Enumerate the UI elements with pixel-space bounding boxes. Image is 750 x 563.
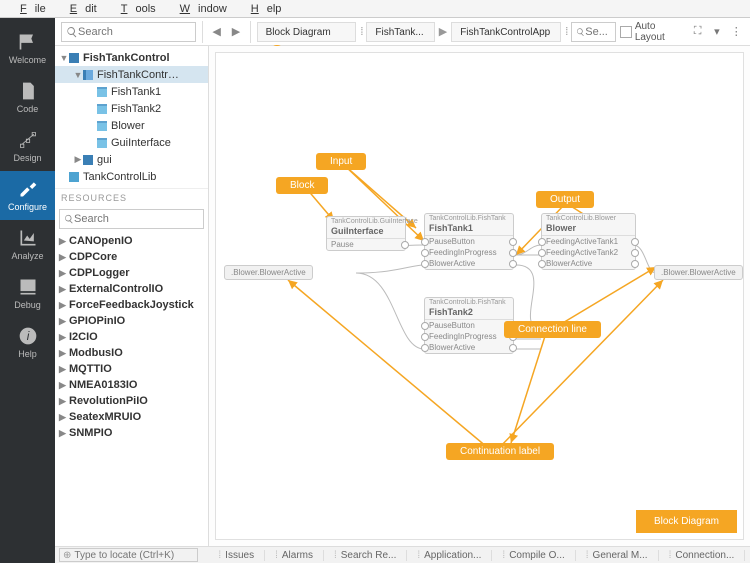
fit-icon[interactable]: ⛶	[690, 24, 705, 40]
resource-item[interactable]: ▶MQTTIO	[55, 361, 208, 377]
block-fishtank1[interactable]: TankControlLib.FishTank FishTank1 PauseB…	[424, 213, 514, 270]
debug-icon	[18, 277, 38, 297]
more-icon[interactable]: ⋮	[729, 24, 744, 40]
resource-item[interactable]: ▶ForceFeedbackJoystick	[55, 297, 208, 313]
callout-continuation-label: Continuation label	[446, 443, 554, 460]
resource-item[interactable]: ▶RevolutionPiIO	[55, 393, 208, 409]
project-tree[interactable]: ▼FishTankControl▼FishTankContr…FishTank1…	[55, 46, 208, 188]
bottom-tab[interactable]: ⁞Connection...	[659, 550, 746, 561]
block-guiinterface[interactable]: TankControlLib.GuiInterface GuiInterface…	[326, 216, 406, 251]
connections-layer	[216, 53, 743, 539]
bottom-tab[interactable]: ⁞Search Re...	[324, 550, 407, 561]
bottom-tab[interactable]: ⁞Alarms	[265, 550, 324, 561]
tree-node[interactable]: TankControlLib	[55, 168, 208, 185]
menu-tools[interactable]: Tools	[105, 2, 164, 16]
project-search[interactable]	[61, 22, 196, 42]
nav-forward[interactable]: ▶	[228, 23, 243, 41]
navigator-panel: ▼FishTankControl▼FishTankContr…FishTank1…	[55, 46, 209, 546]
menubar: File Edit Tools Window Help	[0, 0, 750, 18]
canvas-search-input[interactable]	[585, 26, 611, 38]
tree-node[interactable]: ▼FishTankContr…	[55, 66, 208, 83]
top-toolbar: ◀ ▶ Block DiagramA ⁞ FishTank... ▶ FishT…	[55, 18, 750, 46]
sidebar-help[interactable]: i Help	[0, 318, 55, 367]
menu-edit[interactable]: Edit	[54, 2, 105, 16]
nav-back[interactable]: ◀	[209, 23, 224, 41]
project-search-input[interactable]	[78, 26, 183, 38]
resource-item[interactable]: ▶SeatexMRUIO	[55, 409, 208, 425]
document-icon	[18, 81, 38, 101]
sidebar-code[interactable]: Code	[0, 73, 55, 122]
block-fishtank2[interactable]: TankControlLib.FishTank FishTank2 PauseB…	[424, 297, 514, 354]
resource-item[interactable]: ▶NMEA0183IO	[55, 377, 208, 393]
tree-node[interactable]: FishTank1	[55, 83, 208, 100]
resource-item[interactable]: ▶ModbusIO	[55, 345, 208, 361]
continuation-label-right[interactable]: .Blower.BlowerActive	[654, 265, 743, 280]
sidebar-welcome[interactable]: Welcome	[0, 24, 55, 73]
flag-icon	[18, 32, 38, 52]
callout-block: Block	[276, 177, 328, 194]
sidebar-design[interactable]: Design	[0, 122, 55, 171]
tree-node[interactable]: Blower	[55, 117, 208, 134]
svg-text:i: i	[26, 330, 29, 343]
canvas-tab-label[interactable]: Block Diagram	[636, 510, 737, 533]
resources-list[interactable]: ▶CANOpenIO▶CDPCore▶CDPLogger▶ExternalCon…	[55, 231, 208, 546]
canvas-search[interactable]	[571, 22, 616, 42]
callout-output: Output	[536, 191, 594, 208]
tree-node[interactable]: ▼FishTankControl	[55, 49, 208, 66]
auto-layout-toggle[interactable]: Auto Layout	[620, 21, 686, 43]
crumb-app1[interactable]: FishTank...	[366, 22, 434, 42]
menu-help[interactable]: Help	[235, 2, 290, 16]
menu-file[interactable]: File	[4, 2, 54, 16]
resource-item[interactable]: ▶GPIOPinIO	[55, 313, 208, 329]
continuation-label-left[interactable]: .Blower.BlowerActive	[224, 265, 313, 280]
resource-item[interactable]: ▶I2CIO	[55, 329, 208, 345]
search-icon	[576, 27, 585, 37]
callout-input: Input	[316, 153, 366, 170]
locator-input[interactable]	[74, 550, 194, 561]
menu-window[interactable]: Window	[164, 2, 235, 16]
resource-item[interactable]: ▶CANOpenIO	[55, 233, 208, 249]
resources-search[interactable]	[59, 209, 204, 229]
tree-node[interactable]: ▶gui	[55, 151, 208, 168]
checkbox-icon	[620, 26, 632, 38]
block-diagram-canvas[interactable]: .Blower.BlowerActive .Blower.BlowerActiv…	[209, 46, 750, 546]
block-blower[interactable]: TankControlLib.Blower Blower FeedingActi…	[541, 213, 636, 270]
callout-connection-line: Connection line	[504, 321, 601, 338]
info-icon: i	[18, 326, 38, 346]
resource-item[interactable]: ▶ExternalControlIO	[55, 281, 208, 297]
locator[interactable]: ⊕	[59, 548, 198, 562]
resource-item[interactable]: ▶CDPCore	[55, 249, 208, 265]
locate-icon: ⊕	[63, 550, 71, 561]
bottom-tab[interactable]: ⁞General M...	[576, 550, 659, 561]
design-icon	[18, 130, 38, 150]
resource-item[interactable]: ▶SNMPIO	[55, 425, 208, 441]
filter-icon[interactable]: ▾	[709, 24, 724, 40]
bottom-tab[interactable]: ⁞Application...	[407, 550, 492, 561]
resources-search-input[interactable]	[74, 213, 184, 225]
tree-node[interactable]: GuiInterface	[55, 134, 208, 151]
crumb-app2[interactable]: FishTankControlApp	[451, 22, 561, 42]
crumb-block-diagram[interactable]: Block DiagramA	[257, 22, 357, 42]
search-icon	[64, 214, 74, 224]
wrench-icon	[18, 179, 38, 199]
sidebar-analyze[interactable]: Analyze	[0, 220, 55, 269]
bottom-bar: ⊕ ⁞Issues⁞Alarms⁞Search Re...⁞Applicatio…	[55, 546, 750, 563]
sidebar-configure[interactable]: Configure	[0, 171, 55, 220]
search-icon	[66, 26, 78, 38]
chart-icon	[18, 228, 38, 248]
bottom-tab[interactable]: ⁞Issues	[208, 550, 265, 561]
activity-bar: Welcome Code Design Configure Analyze De…	[0, 18, 55, 563]
sidebar-debug[interactable]: Debug	[0, 269, 55, 318]
tree-node[interactable]: FishTank2	[55, 100, 208, 117]
bottom-tab[interactable]: ⁞Compile O...	[492, 550, 575, 561]
resources-header: RESOURCES	[55, 188, 208, 207]
resource-item[interactable]: ▶CDPLogger	[55, 265, 208, 281]
